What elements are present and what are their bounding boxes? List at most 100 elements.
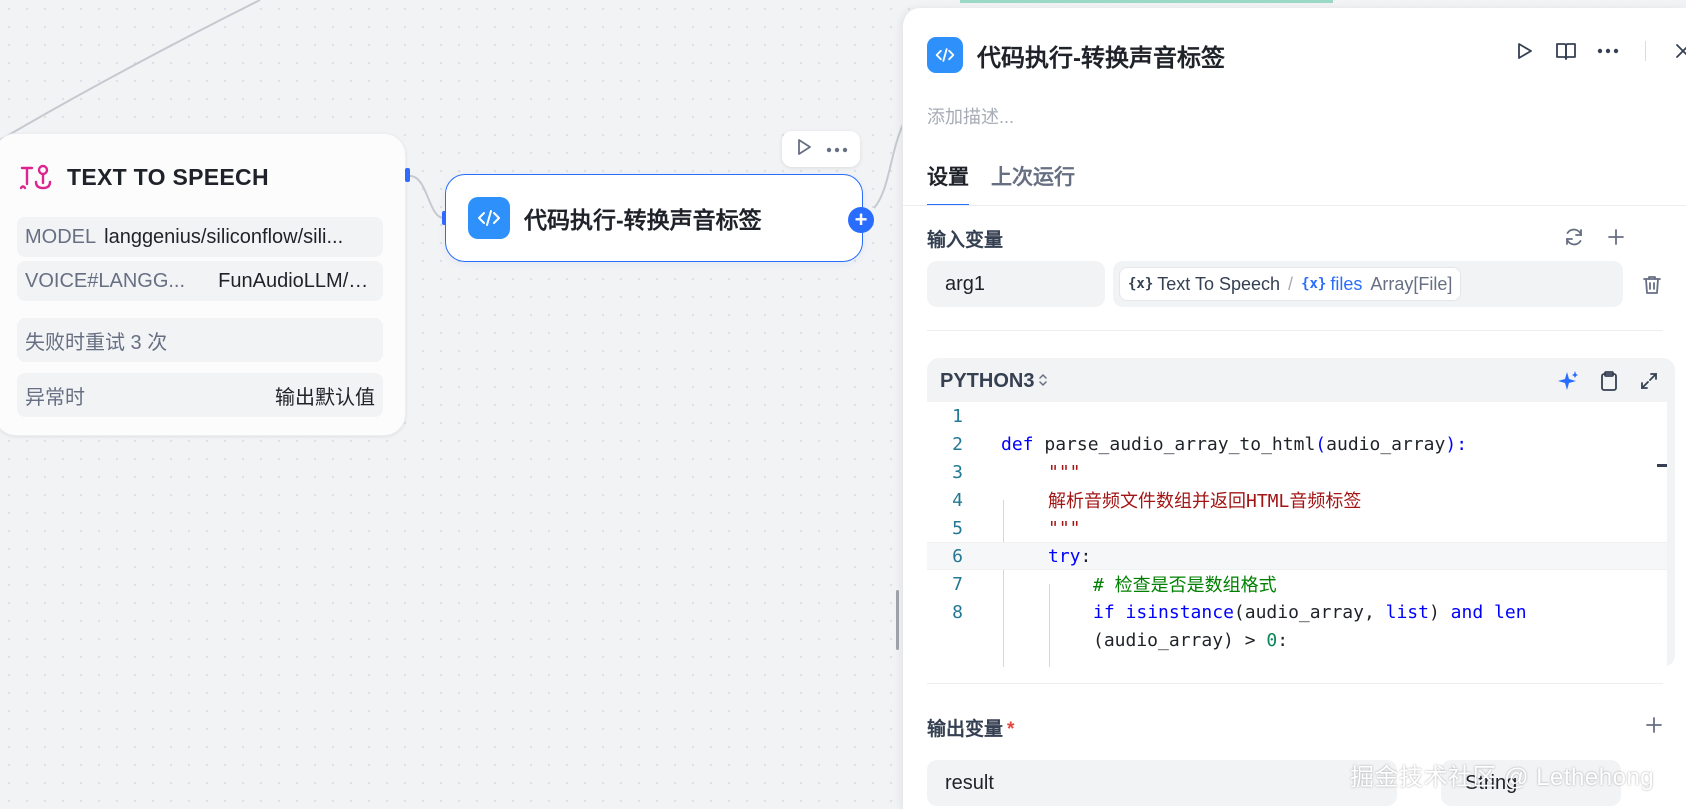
code-line: 4 解析音频文件数组并返回HTML音频标签 bbox=[927, 486, 1667, 514]
panel-resize-handle[interactable] bbox=[896, 590, 899, 650]
add-next-node-button[interactable]: + bbox=[848, 207, 874, 233]
tts-node[interactable]: TEXT TO SPEECH MODEL langgenius/siliconf… bbox=[0, 133, 406, 436]
code-line: 8 if isinstance(audio_array, list) and l… bbox=[927, 598, 1667, 626]
code-line: 1 bbox=[927, 402, 1667, 430]
ai-generate-icon[interactable] bbox=[1557, 370, 1579, 397]
line-number: 8 bbox=[952, 601, 963, 623]
section-divider bbox=[927, 330, 1663, 331]
output-variables-label: 输出变量 * bbox=[927, 714, 1014, 741]
output-label-text: 输出变量 bbox=[927, 719, 1004, 740]
code-line: 7 # 检查是否是数组格式 bbox=[927, 570, 1667, 598]
edge-tts-to-code bbox=[409, 175, 445, 219]
code-line: 5 """ bbox=[927, 514, 1667, 542]
ref-source-node: Text To Speech bbox=[1157, 273, 1281, 294]
node-config-panel: 代码执行-转换声音标签 添加描述... 设置 上次运行 输入变量 arg1 {x… bbox=[902, 8, 1686, 809]
variable-reference-chip[interactable]: {x} Text To Speech / {x} files Array[Fil… bbox=[1119, 267, 1462, 301]
code-token: 0 bbox=[1266, 629, 1278, 651]
expand-icon[interactable] bbox=[1639, 371, 1659, 396]
code-node-toolbar bbox=[782, 131, 860, 167]
tab-settings[interactable]: 设置 bbox=[927, 161, 969, 206]
panel-actions bbox=[1513, 40, 1686, 62]
panel-title[interactable]: 代码执行-转换声音标签 bbox=[977, 38, 1225, 73]
code-token: if bbox=[1093, 601, 1115, 623]
line-number: 6 bbox=[952, 545, 963, 567]
language-label: PYTHON3 bbox=[940, 370, 1035, 392]
clipboard-icon[interactable] bbox=[1599, 370, 1619, 397]
code-text: 解析音频文件数组并返回HTML音频标签 bbox=[1048, 491, 1362, 512]
line-number: 3 bbox=[952, 461, 963, 483]
line-number: 2 bbox=[952, 433, 963, 455]
tts-node-header: TEXT TO SPEECH bbox=[19, 160, 269, 194]
variable-icon: {x} bbox=[1128, 276, 1154, 292]
code-token: (audio_array) > bbox=[1093, 629, 1267, 651]
tts-node-title: TEXT TO SPEECH bbox=[67, 163, 269, 190]
code-token: (audio_array, bbox=[1233, 601, 1386, 623]
exception-row: 异常时 输出默认值 bbox=[17, 373, 383, 417]
code-editor[interactable]: PYTHON3 1 2 def parse_audio_array_to_htm… bbox=[927, 358, 1675, 667]
exception-value: 输出默认值 bbox=[275, 386, 375, 409]
code-line-active: 6 try: bbox=[927, 542, 1667, 570]
line-number: 4 bbox=[952, 489, 963, 511]
tts-output-handle[interactable] bbox=[405, 168, 410, 182]
voice-label: VOICE#LANGG... bbox=[25, 269, 186, 292]
code-scrollbar[interactable] bbox=[1657, 464, 1667, 467]
refresh-icon[interactable] bbox=[1563, 226, 1585, 253]
run-icon[interactable] bbox=[1513, 40, 1535, 62]
code-text: try: bbox=[1048, 546, 1091, 567]
tts-voice-row: VOICE#LANGG... FunAudioLLM/C... bbox=[17, 261, 383, 301]
input-variables-actions bbox=[1563, 226, 1625, 253]
book-icon[interactable] bbox=[1555, 40, 1577, 62]
code-node[interactable]: 代码执行-转换声音标签 bbox=[445, 174, 863, 262]
panel-top-accent bbox=[960, 0, 1333, 3]
retry-info: 失败时重试 3 次 bbox=[17, 318, 383, 362]
model-value: langgenius/siliconflow/sili... bbox=[104, 225, 344, 248]
panel-tabs: 设置 上次运行 bbox=[927, 161, 1075, 206]
variable-icon: {x} bbox=[1301, 276, 1327, 292]
code-token: ( bbox=[1315, 433, 1327, 455]
code-token: isinstance bbox=[1125, 601, 1234, 623]
chevron-updown-icon bbox=[1038, 370, 1048, 393]
code-text: # 检查是否是数组格式 bbox=[1093, 575, 1277, 596]
code-token: : bbox=[1080, 545, 1092, 567]
line-number: 1 bbox=[952, 405, 963, 427]
input-variable-name[interactable]: arg1 bbox=[927, 261, 1105, 307]
delete-icon[interactable] bbox=[1641, 274, 1663, 296]
section-divider bbox=[927, 683, 1663, 684]
code-content[interactable]: 1 2 def parse_audio_array_to_html(audio_… bbox=[927, 402, 1667, 667]
run-node-icon[interactable] bbox=[795, 138, 813, 161]
close-icon[interactable] bbox=[1672, 40, 1686, 62]
add-output-variable-icon[interactable] bbox=[1645, 716, 1663, 739]
code-icon bbox=[468, 197, 510, 239]
code-text: """ bbox=[1048, 517, 1081, 539]
code-line: (audio_array) > 0: bbox=[927, 626, 1667, 654]
input-variable-ref-field[interactable]: {x} Text To Speech / {x} files Array[Fil… bbox=[1113, 261, 1623, 307]
code-text: """ bbox=[1048, 461, 1081, 483]
exception-label: 异常时 bbox=[25, 386, 85, 409]
code-node-title: 代码执行-转换声音标签 bbox=[524, 207, 762, 233]
tts-model-row: MODEL langgenius/siliconflow/sili... bbox=[17, 217, 383, 257]
workflow-canvas[interactable]: TEXT TO SPEECH MODEL langgenius/siliconf… bbox=[0, 0, 906, 809]
code-token: try bbox=[1048, 545, 1081, 567]
code-token: parse_audio_array_to_html bbox=[1044, 433, 1316, 455]
description-input[interactable]: 添加描述... bbox=[927, 103, 1014, 129]
code-text: def parse_audio_array_to_html(audio_arra… bbox=[1001, 434, 1467, 455]
code-text: if isinstance(audio_array, list) and len bbox=[1093, 602, 1527, 623]
code-line: 2 def parse_audio_array_to_html(audio_ar… bbox=[927, 430, 1667, 458]
more-options-icon[interactable] bbox=[826, 140, 848, 158]
add-input-variable-icon[interactable] bbox=[1607, 228, 1625, 251]
model-label: MODEL bbox=[25, 225, 97, 248]
code-icon bbox=[927, 37, 963, 73]
output-variable-name[interactable]: result bbox=[927, 760, 1397, 806]
code-token: and bbox=[1450, 601, 1484, 623]
tabs-divider bbox=[903, 205, 1686, 206]
code-token: : bbox=[1277, 629, 1289, 651]
tab-last-run[interactable]: 上次运行 bbox=[991, 161, 1075, 206]
code-token: list bbox=[1385, 601, 1429, 623]
language-selector[interactable]: PYTHON3 bbox=[940, 370, 1048, 393]
line-number: 5 bbox=[952, 517, 963, 539]
panel-header: 代码执行-转换声音标签 bbox=[927, 37, 1225, 73]
code-tools bbox=[1557, 370, 1659, 397]
more-icon[interactable] bbox=[1597, 40, 1619, 62]
ref-separator: / bbox=[1288, 273, 1294, 294]
text-to-speech-icon bbox=[19, 160, 53, 194]
